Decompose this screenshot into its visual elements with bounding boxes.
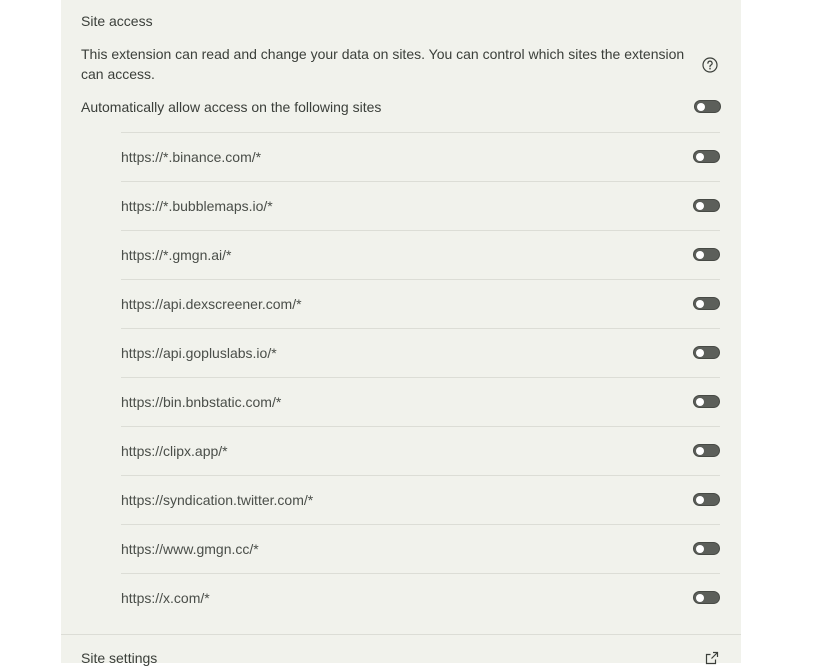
site-row: https://x.com/*: [121, 573, 720, 622]
site-toggle[interactable]: [693, 542, 720, 555]
site-toggle[interactable]: [693, 346, 720, 359]
site-row: https://*.binance.com/*: [121, 132, 720, 181]
site-toggle[interactable]: [693, 150, 720, 163]
auto-allow-row: Automatically allow access on the follow…: [81, 89, 721, 125]
site-url: https://clipx.app/*: [121, 443, 228, 459]
site-toggle[interactable]: [693, 444, 720, 457]
site-access-description: This extension can read and change your …: [81, 46, 685, 82]
site-access-panel: Site access This extension can read and …: [61, 0, 741, 666]
site-url: https://www.gmgn.cc/*: [121, 541, 259, 557]
site-url: https://*.binance.com/*: [121, 149, 262, 165]
site-url: https://*.bubblemaps.io/*: [121, 198, 273, 214]
section-title: Site access: [81, 13, 153, 29]
site-row: https://*.gmgn.ai/*: [121, 230, 720, 279]
site-row: https://api.dexscreener.com/*: [121, 279, 720, 328]
auto-allow-toggle[interactable]: [694, 100, 721, 113]
site-row: https://*.bubblemaps.io/*: [121, 181, 720, 230]
site-url: https://api.dexscreener.com/*: [121, 296, 302, 312]
site-url: https://*.gmgn.ai/*: [121, 247, 232, 263]
site-toggle[interactable]: [693, 199, 720, 212]
site-toggle[interactable]: [693, 591, 720, 604]
site-url: https://x.com/*: [121, 590, 210, 606]
site-toggle[interactable]: [693, 493, 720, 506]
site-toggle[interactable]: [693, 297, 720, 310]
site-row: https://clipx.app/*: [121, 426, 720, 475]
site-settings-link[interactable]: Site settings: [81, 650, 157, 666]
auto-allow-label: Automatically allow access on the follow…: [81, 99, 382, 115]
site-toggle[interactable]: [693, 248, 720, 261]
site-list: https://*.binance.com/* https://*.bubble…: [121, 132, 720, 622]
site-url: https://bin.bnbstatic.com/*: [121, 394, 282, 410]
site-url: https://api.gopluslabs.io/*: [121, 345, 277, 361]
help-circle-icon[interactable]: [702, 57, 718, 73]
site-toggle[interactable]: [693, 395, 720, 408]
site-row: https://www.gmgn.cc/*: [121, 524, 720, 573]
site-url: https://syndication.twitter.com/*: [121, 492, 314, 508]
site-row: https://syndication.twitter.com/*: [121, 475, 720, 524]
site-row: https://api.gopluslabs.io/*: [121, 328, 720, 377]
section-divider: [61, 634, 741, 635]
site-row: https://bin.bnbstatic.com/*: [121, 377, 720, 426]
